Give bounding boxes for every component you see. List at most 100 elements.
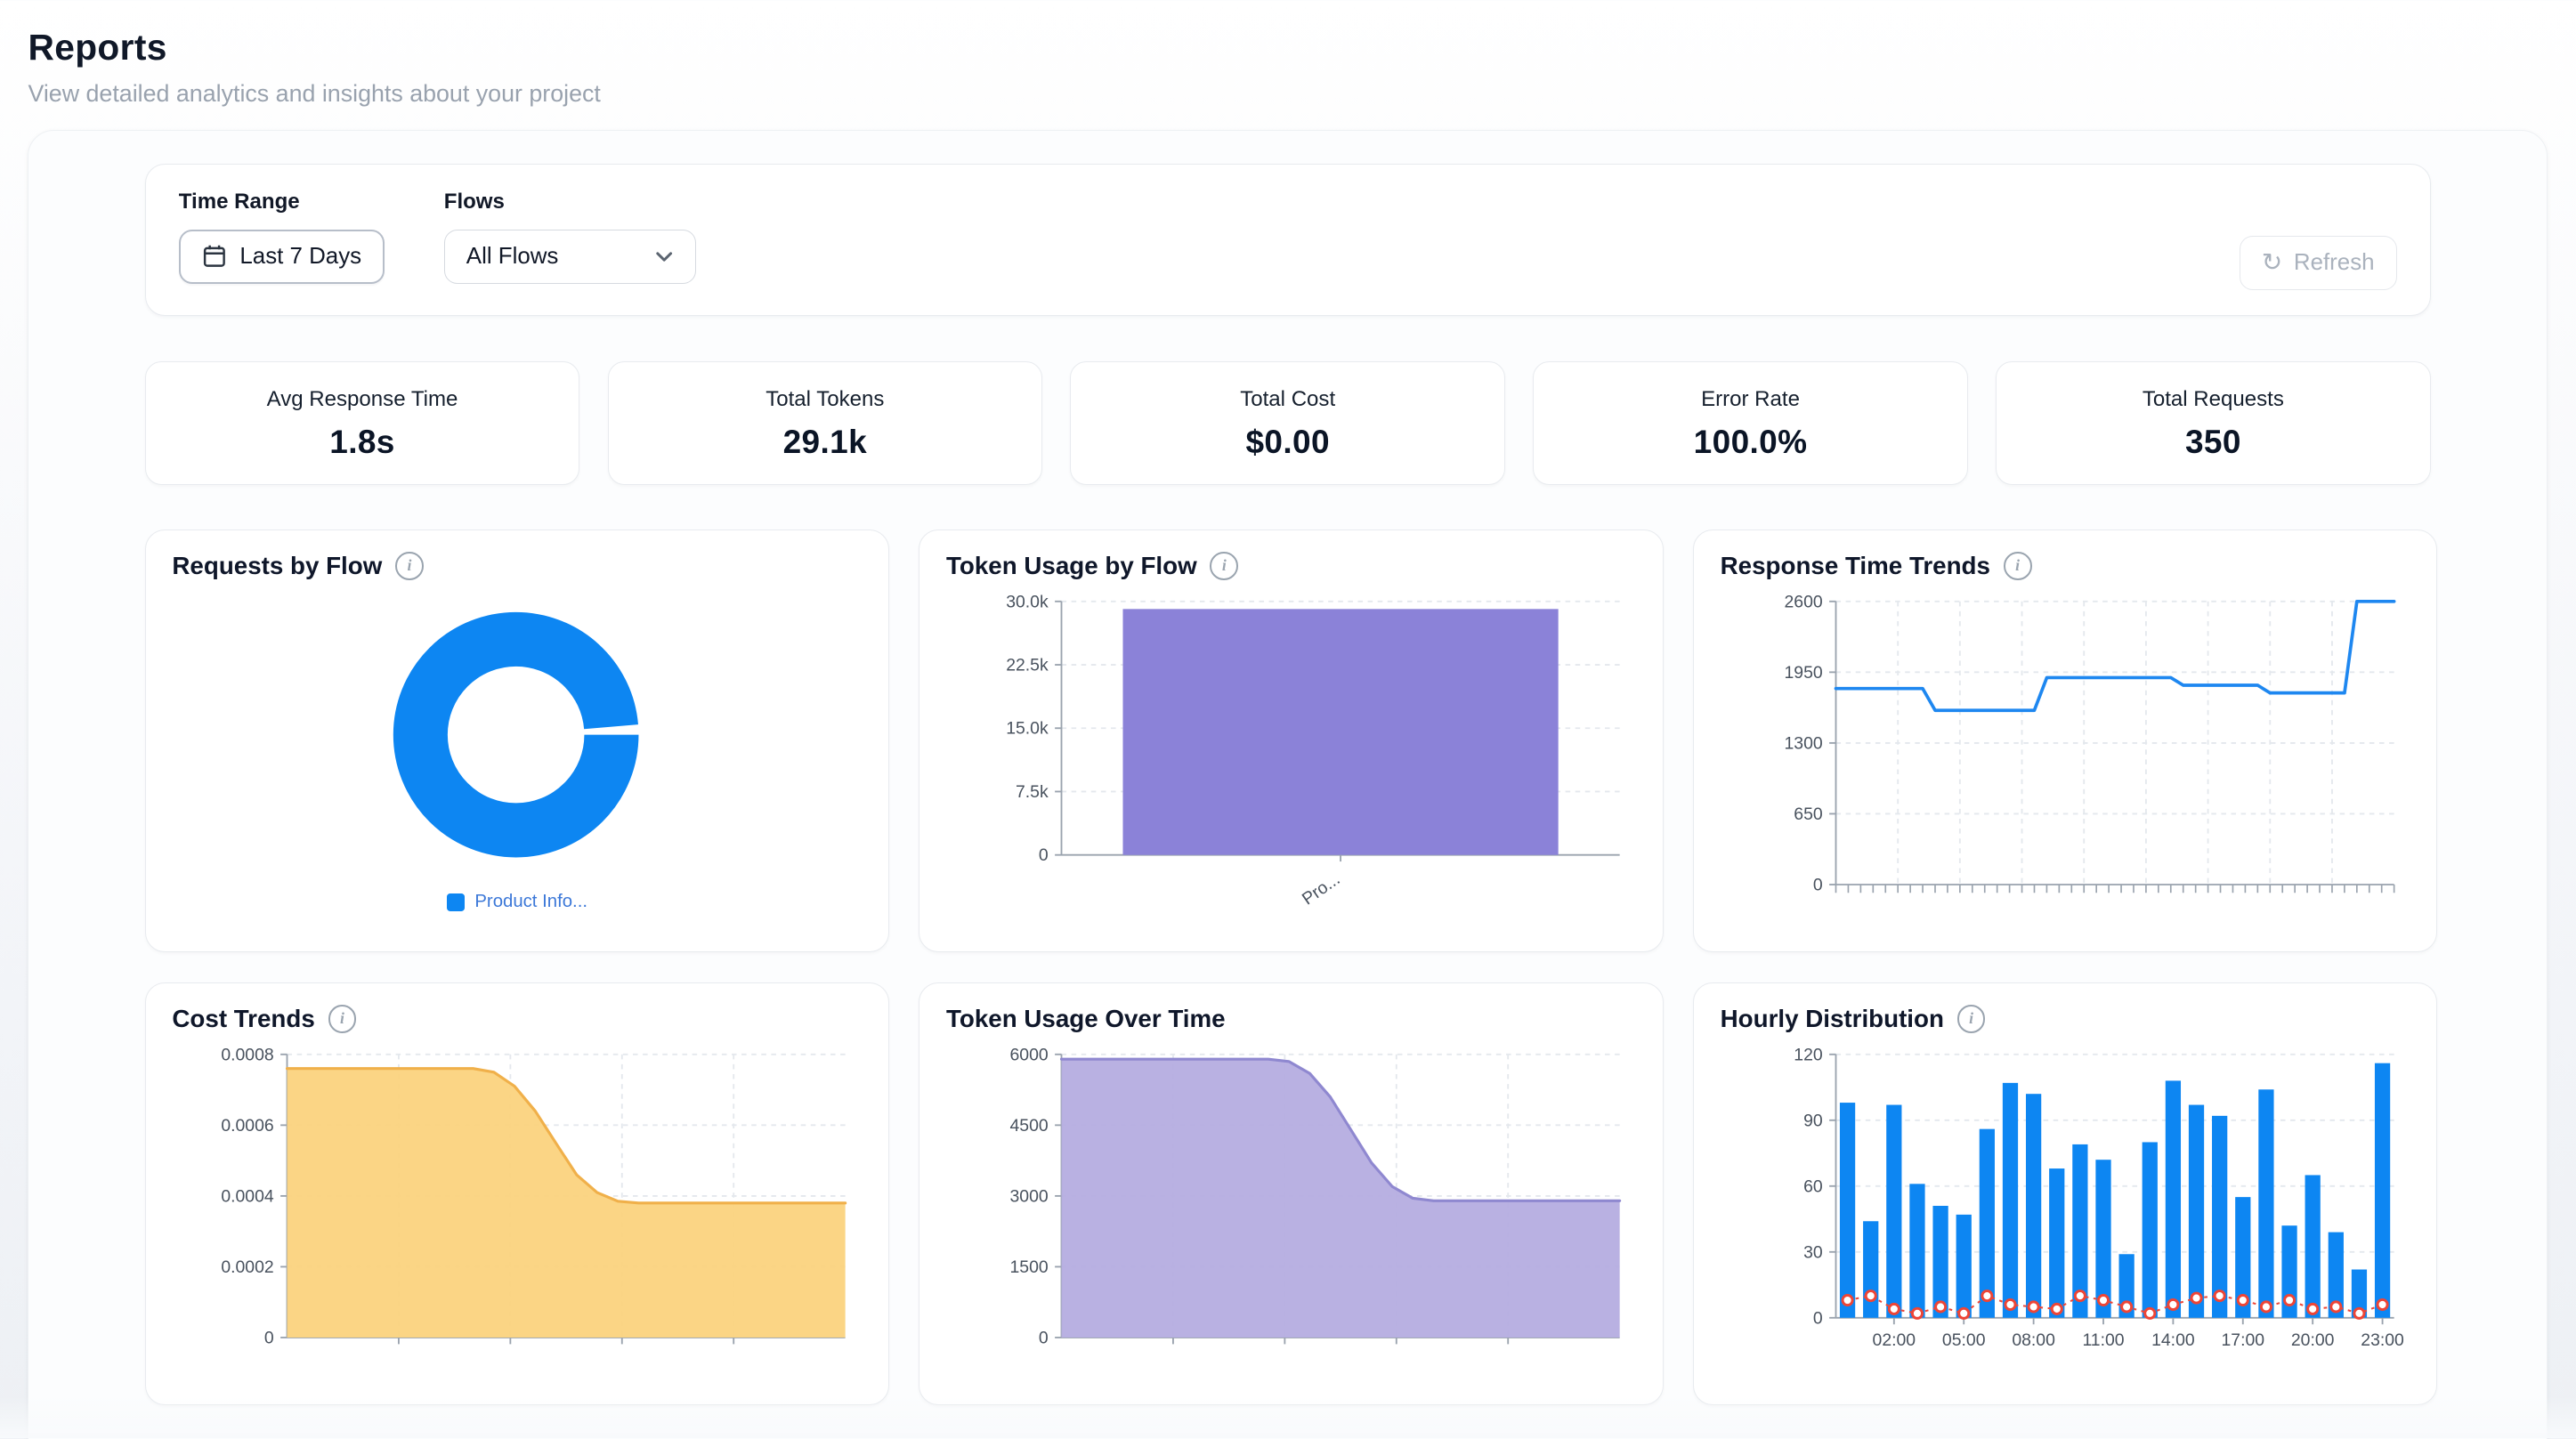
cost-trends-chart: 0 0.0002 0.0004 0.0006 0.0008 bbox=[172, 1041, 862, 1371]
svg-text:0: 0 bbox=[1813, 1308, 1823, 1328]
page-subtitle: View detailed analytics and insights abo… bbox=[28, 80, 2575, 108]
legend-label: Product Info... bbox=[474, 892, 587, 912]
svg-text:30: 30 bbox=[1803, 1242, 1823, 1262]
stat-card-total-cost: Total Cost $0.00 bbox=[1070, 361, 1504, 485]
filter-bar: Time Range Last 7 Days Flows bbox=[145, 164, 2431, 315]
page-header: Reports View detailed analytics and insi… bbox=[0, 0, 2575, 108]
chart-title: Response Time Trends bbox=[1721, 552, 1990, 580]
svg-text:0: 0 bbox=[264, 1328, 274, 1347]
svg-text:Pro...: Pro... bbox=[1299, 869, 1344, 909]
svg-text:14:00: 14:00 bbox=[2151, 1330, 2195, 1350]
chart-title: Token Usage by Flow bbox=[946, 552, 1197, 580]
svg-text:20:00: 20:00 bbox=[2291, 1330, 2335, 1350]
chart-header: Response Time Trends i bbox=[1721, 552, 2410, 580]
stat-value: 350 bbox=[2004, 424, 2424, 461]
charts-grid: Requests by Flow i Product Info... Token… bbox=[145, 530, 2431, 1439]
chart-title: Token Usage Over Time bbox=[946, 1005, 1226, 1033]
svg-text:60: 60 bbox=[1803, 1176, 1823, 1196]
svg-text:6000: 6000 bbox=[1010, 1045, 1049, 1064]
svg-text:08:00: 08:00 bbox=[2012, 1330, 2055, 1350]
chart-title: Cost Trends bbox=[172, 1005, 314, 1033]
chart-card-cost-trends: Cost Trends i 0 0.0002 0.0004 0.0006 0.0008 bbox=[145, 982, 889, 1405]
info-icon[interactable]: i bbox=[328, 1005, 357, 1033]
svg-text:15.0k: 15.0k bbox=[1006, 719, 1049, 739]
legend-swatch bbox=[447, 893, 465, 911]
chart-header: Cost Trends i bbox=[172, 1005, 862, 1033]
stats-row: Avg Response Time 1.8s Total Tokens 29.1… bbox=[145, 361, 2431, 485]
stat-value: 100.0% bbox=[1541, 424, 1961, 461]
svg-text:0: 0 bbox=[1813, 876, 1823, 895]
svg-text:0.0006: 0.0006 bbox=[222, 1116, 274, 1136]
stat-label: Avg Response Time bbox=[152, 387, 572, 412]
chart-card-token-usage-by-flow: Token Usage by Flow i 07.5k15.0k22.5k30.… bbox=[919, 530, 1663, 952]
refresh-label: Refresh bbox=[2294, 250, 2375, 276]
svg-text:2600: 2600 bbox=[1784, 592, 1822, 611]
svg-text:22.5k: 22.5k bbox=[1006, 656, 1049, 675]
flows-group: Flows All Flows bbox=[444, 190, 696, 290]
content-inner: Time Range Last 7 Days Flows bbox=[145, 131, 2431, 1439]
time-range-button[interactable]: Last 7 Days bbox=[179, 230, 385, 284]
chart-title: Requests by Flow bbox=[172, 552, 382, 580]
refresh-button[interactable]: ↻ Refresh bbox=[2240, 236, 2397, 290]
chart-legend-item[interactable]: Product Info... bbox=[172, 892, 862, 912]
chart-header: Requests by Flow i bbox=[172, 552, 862, 580]
svg-text:0.0002: 0.0002 bbox=[222, 1257, 274, 1277]
chart-card-token-usage-over-time: Token Usage Over Time 0 1500 3000 4500 6000 bbox=[919, 982, 1663, 1405]
refresh-icon: ↻ bbox=[2262, 250, 2282, 275]
stat-label: Total Tokens bbox=[615, 387, 1035, 412]
svg-text:30.0k: 30.0k bbox=[1006, 592, 1049, 611]
flows-select[interactable]: All Flows bbox=[444, 230, 696, 284]
stat-label: Total Requests bbox=[2004, 387, 2424, 412]
chart-header: Token Usage by Flow i bbox=[946, 552, 1636, 580]
svg-text:0.0008: 0.0008 bbox=[222, 1045, 274, 1064]
content-panel: Time Range Last 7 Days Flows bbox=[28, 130, 2548, 1439]
time-range-value: Last 7 Days bbox=[239, 244, 361, 270]
time-range-label: Time Range bbox=[179, 190, 385, 214]
page: Reports View detailed analytics and insi… bbox=[0, 0, 2575, 1439]
chart-card-hourly-distribution: Hourly Distribution i 0 30 60 90 120 02:00 05:… bbox=[1693, 982, 2437, 1405]
svg-text:23:00: 23:00 bbox=[2361, 1330, 2404, 1350]
token-usage-by-flow-chart: 07.5k15.0k22.5k30.0kPro... bbox=[946, 588, 1636, 918]
chart-card-requests-by-flow: Requests by Flow i Product Info... bbox=[145, 530, 889, 952]
stat-label: Total Cost bbox=[1078, 387, 1498, 412]
stat-card-avg-response-time: Avg Response Time 1.8s bbox=[145, 361, 579, 485]
chart-card-response-time-trends: Response Time Trends i 0 650 1300 1950 2600 bbox=[1693, 530, 2437, 952]
chevron-down-icon bbox=[655, 251, 673, 263]
info-icon[interactable]: i bbox=[1957, 1005, 1986, 1033]
flows-label: Flows bbox=[444, 190, 696, 214]
stat-value: 29.1k bbox=[615, 424, 1035, 461]
token-usage-over-time-chart: 0 1500 3000 4500 6000 bbox=[946, 1041, 1636, 1371]
stat-value: 1.8s bbox=[152, 424, 572, 461]
svg-text:1950: 1950 bbox=[1784, 663, 1822, 683]
info-icon[interactable]: i bbox=[1210, 552, 1238, 580]
stat-card-total-requests: Total Requests 350 bbox=[1996, 361, 2430, 485]
stat-label: Error Rate bbox=[1541, 387, 1961, 412]
chart-header: Hourly Distribution i bbox=[1721, 1005, 2410, 1033]
svg-text:0: 0 bbox=[1039, 1328, 1049, 1347]
info-icon[interactable]: i bbox=[2004, 552, 2032, 580]
svg-text:05:00: 05:00 bbox=[1942, 1330, 1986, 1350]
time-range-group: Time Range Last 7 Days bbox=[179, 190, 385, 290]
svg-text:1500: 1500 bbox=[1010, 1257, 1049, 1277]
stat-value: $0.00 bbox=[1078, 424, 1498, 461]
svg-text:0.0004: 0.0004 bbox=[222, 1186, 275, 1206]
chart-header: Token Usage Over Time bbox=[946, 1005, 1636, 1033]
svg-text:02:00: 02:00 bbox=[1872, 1330, 1916, 1350]
svg-text:1300: 1300 bbox=[1784, 734, 1822, 754]
requests-by-flow-chart bbox=[172, 588, 862, 892]
svg-text:3000: 3000 bbox=[1010, 1186, 1049, 1206]
flows-value: All Flows bbox=[466, 244, 559, 270]
svg-text:650: 650 bbox=[1794, 804, 1823, 824]
svg-text:120: 120 bbox=[1794, 1045, 1823, 1064]
page-title: Reports bbox=[28, 27, 2575, 69]
info-icon[interactable]: i bbox=[395, 552, 424, 580]
svg-text:90: 90 bbox=[1803, 1111, 1823, 1130]
svg-text:0: 0 bbox=[1039, 845, 1049, 865]
chart-title: Hourly Distribution bbox=[1721, 1005, 1944, 1033]
svg-text:4500: 4500 bbox=[1010, 1116, 1049, 1136]
svg-text:17:00: 17:00 bbox=[2221, 1330, 2264, 1350]
calendar-icon bbox=[202, 244, 227, 269]
svg-text:11:00: 11:00 bbox=[2082, 1330, 2124, 1350]
hourly-distribution-chart: 0 30 60 90 120 02:00 05:00 08:00 11:00 14:00 17:00… bbox=[1721, 1041, 2410, 1371]
stat-card-total-tokens: Total Tokens 29.1k bbox=[608, 361, 1042, 485]
